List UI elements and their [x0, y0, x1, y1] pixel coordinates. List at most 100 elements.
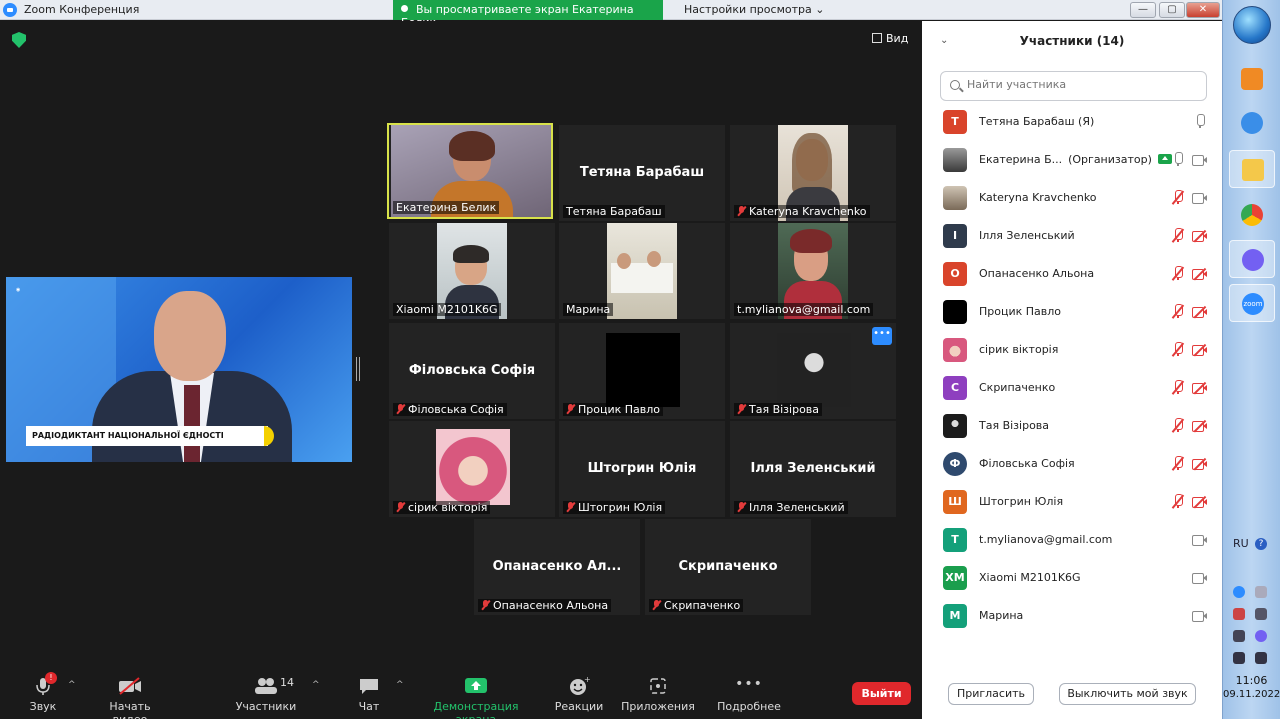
video-tile[interactable]: Xiaomi M2101K6G	[389, 223, 555, 319]
camera-icon[interactable]	[1192, 535, 1207, 546]
tray-app-icon[interactable]	[1255, 608, 1267, 620]
tile-display-name: Тетяна Барабаш	[579, 165, 705, 180]
participant-row[interactable]: сірик вікторія	[922, 331, 1222, 369]
camera-off-icon[interactable]	[1192, 457, 1207, 471]
tile-more-button[interactable]: •••	[872, 327, 892, 345]
audio-options-caret-icon[interactable]: ^	[68, 680, 76, 690]
security-shield-icon[interactable]	[12, 32, 26, 48]
muted-microphone-icon[interactable]	[1171, 228, 1184, 243]
apps-icon	[620, 676, 696, 696]
participant-row[interactable]: Ф Філовська Софія	[922, 445, 1222, 483]
mute-me-button[interactable]: Выключить мой звук	[1059, 683, 1196, 705]
muted-microphone-icon[interactable]	[1171, 380, 1184, 395]
participant-row[interactable]: Тая Візірова	[922, 407, 1222, 445]
start-video-button[interactable]: Начать видео	[92, 676, 168, 719]
tray-zoom-icon[interactable]	[1233, 586, 1245, 598]
participant-search[interactable]	[940, 71, 1207, 101]
participants-options-caret-icon[interactable]: ^	[312, 680, 320, 690]
participant-row[interactable]: Ш Штогрин Юлія	[922, 483, 1222, 521]
muted-microphone-icon[interactable]	[1171, 266, 1184, 281]
muted-microphone-icon[interactable]	[1171, 456, 1184, 471]
video-tile[interactable]: ••• Тая Візірова	[730, 323, 896, 419]
more-button[interactable]: ••• Подробнее	[704, 676, 794, 713]
video-tile[interactable]: t.mylianova@gmail.com	[730, 223, 896, 319]
participant-row[interactable]: С Скрипаченко	[922, 369, 1222, 407]
participant-row[interactable]: Екатерина Б... (Организатор)	[922, 141, 1222, 179]
flag-icon[interactable]	[1233, 652, 1245, 664]
split-resize-handle[interactable]	[356, 357, 360, 381]
camera-off-icon[interactable]	[1192, 305, 1207, 319]
tile-name-label: Kateryna Kravchenko	[734, 205, 870, 218]
camera-off-icon[interactable]	[1192, 419, 1207, 433]
video-tile[interactable]: Опанасенко Ал... Опанасенко Альона	[474, 519, 640, 615]
taskbar-internet-explorer[interactable]	[1229, 104, 1275, 142]
participant-row[interactable]: Т Тетяна Барабаш (Я)	[922, 103, 1222, 141]
video-tile[interactable]: Філовська Софія Філовська Софія	[389, 323, 555, 419]
leave-button[interactable]: Выйти	[852, 682, 911, 705]
camera-icon[interactable]	[1192, 573, 1207, 584]
view-button[interactable]: Вид	[872, 32, 908, 45]
help-icon[interactable]: ?	[1255, 538, 1267, 550]
participants-button[interactable]: 14 Участники	[234, 676, 298, 713]
close-button[interactable]: ✕	[1186, 2, 1220, 18]
camera-icon[interactable]	[1192, 611, 1207, 622]
video-tile[interactable]: Скрипаченко Скрипаченко	[645, 519, 811, 615]
participant-row[interactable]: T t.mylianova@gmail.com	[922, 521, 1222, 559]
tile-name-text: Штогрин Юлія	[578, 501, 663, 514]
tray-app-icon[interactable]	[1255, 586, 1267, 598]
muted-microphone-icon[interactable]	[1171, 418, 1184, 433]
video-tile[interactable]: Тетяна Барабаш Тетяна Барабаш	[559, 125, 725, 221]
video-tile[interactable]: сірик вікторія	[389, 421, 555, 517]
shared-screen[interactable]: ◉ РАДІОДИКТАНТ НАЦІОНАЛЬНОЇ ЄДНОСТІ	[6, 277, 352, 462]
minimize-button[interactable]: —	[1130, 2, 1156, 18]
network-icon[interactable]	[1255, 652, 1267, 664]
video-tile[interactable]: Марина	[559, 223, 725, 319]
share-screen-button[interactable]: Демонстрация экрана	[414, 676, 538, 719]
participant-row[interactable]: Kateryna Kravchenko	[922, 179, 1222, 217]
video-tile[interactable]: Екатерина Белик	[387, 123, 553, 219]
participant-search-input[interactable]	[967, 78, 1197, 91]
clock-date[interactable]: 09.11.2022	[1223, 689, 1280, 700]
muted-microphone-icon[interactable]	[1171, 190, 1184, 205]
video-tile[interactable]: Kateryna Kravchenko	[730, 125, 896, 221]
video-tile[interactable]: Процик Павло	[559, 323, 725, 419]
view-settings-dropdown[interactable]: Настройки просмотра ⌄	[684, 3, 824, 16]
participant-row[interactable]: Процик Павло	[922, 293, 1222, 331]
taskbar-explorer[interactable]	[1229, 150, 1275, 188]
muted-microphone-icon[interactable]	[1171, 304, 1184, 319]
video-tile[interactable]: Ілля Зеленський Ілля Зеленський	[730, 421, 896, 517]
invite-button[interactable]: Пригласить	[948, 683, 1034, 705]
taskbar-viber[interactable]	[1229, 240, 1275, 278]
camera-off-icon[interactable]	[1192, 343, 1207, 357]
clock-time[interactable]: 11:06	[1223, 674, 1280, 687]
participant-row[interactable]: О Опанасенко Альона	[922, 255, 1222, 293]
video-tile[interactable]: Штогрин Юлія Штогрин Юлія	[559, 421, 725, 517]
taskbar-chrome[interactable]	[1229, 196, 1275, 234]
camera-off-icon[interactable]	[1192, 381, 1207, 395]
camera-icon[interactable]	[1192, 155, 1207, 166]
participant-row[interactable]: М Марина	[922, 597, 1222, 635]
muted-microphone-icon[interactable]	[1171, 342, 1184, 357]
taskbar-media-player[interactable]	[1229, 60, 1275, 98]
microphone-icon[interactable]	[1172, 152, 1184, 167]
camera-off-icon[interactable]	[1192, 229, 1207, 243]
taskbar-zoom[interactable]: zoom	[1229, 284, 1275, 322]
microphone-icon[interactable]	[1194, 114, 1206, 129]
reactions-button[interactable]: + Реакции	[554, 675, 604, 713]
language-indicator[interactable]: RU	[1233, 537, 1249, 550]
audio-button[interactable]: ! Звук	[22, 672, 64, 713]
chat-options-caret-icon[interactable]: ^	[396, 680, 404, 690]
camera-icon[interactable]	[1192, 193, 1207, 204]
camera-off-icon[interactable]	[1192, 267, 1207, 281]
camera-off-icon[interactable]	[1192, 495, 1207, 509]
volume-icon[interactable]	[1233, 630, 1245, 642]
tray-app-icon[interactable]	[1233, 608, 1245, 620]
muted-microphone-icon[interactable]	[1171, 494, 1184, 509]
start-button-icon[interactable]	[1233, 6, 1271, 44]
apps-button[interactable]: Приложения	[620, 676, 696, 713]
participant-row[interactable]: І Ілля Зеленський	[922, 217, 1222, 255]
tray-viber-icon[interactable]	[1255, 630, 1267, 642]
maximize-button[interactable]: ▢	[1159, 2, 1185, 18]
chat-button[interactable]: Чат	[352, 676, 386, 713]
participant-row[interactable]: ХМ Xiaomi M2101K6G	[922, 559, 1222, 597]
